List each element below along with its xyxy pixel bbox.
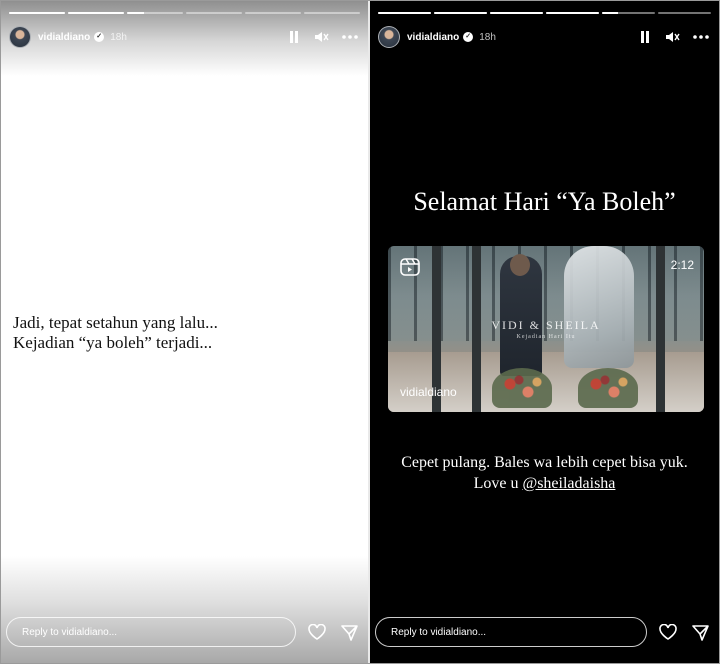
heart-icon[interactable] bbox=[308, 623, 326, 641]
story-panel-right[interactable]: vidialdiano ✓ 18h Selamat Hari “Ya Boleh… bbox=[370, 1, 719, 663]
reel-overlay-subtitle: Kejadian Hari Itu bbox=[516, 334, 576, 340]
send-icon[interactable] bbox=[340, 623, 358, 641]
story-header: vidialdiano ✓ 18h bbox=[9, 25, 358, 49]
avatar[interactable] bbox=[378, 26, 400, 48]
progress-segment bbox=[245, 12, 301, 14]
story-title: Selamat Hari “Ya Boleh” bbox=[413, 187, 676, 216]
more-icon[interactable] bbox=[342, 29, 358, 45]
progress-segment bbox=[304, 12, 360, 14]
reply-bar bbox=[375, 617, 709, 647]
story-text: Jadi, tepat setahun yang lalu... Kejadia… bbox=[13, 313, 218, 352]
verified-icon: ✓ bbox=[94, 32, 105, 42]
progress-segment bbox=[434, 12, 487, 14]
verified-icon: ✓ bbox=[463, 32, 474, 42]
progress-segment bbox=[490, 12, 543, 14]
username[interactable]: vidialdiano bbox=[407, 32, 459, 43]
avatar[interactable] bbox=[9, 26, 31, 48]
reply-bar bbox=[6, 617, 358, 647]
reply-input[interactable] bbox=[6, 617, 296, 647]
reel-overlay-title: VIDI & SHEILA bbox=[491, 318, 601, 332]
progress-segment bbox=[658, 12, 711, 14]
pause-icon[interactable] bbox=[637, 29, 653, 45]
caption-line: Cepet pulang. Bales wa lebih cepet bisa … bbox=[401, 454, 688, 471]
story-progress-bar bbox=[378, 12, 711, 15]
post-time: 18h bbox=[479, 31, 496, 43]
caption-line: Love u @sheiladaisha bbox=[370, 473, 719, 494]
reels-icon bbox=[400, 258, 420, 276]
reply-input[interactable] bbox=[375, 617, 647, 647]
send-icon[interactable] bbox=[691, 623, 709, 641]
more-icon[interactable] bbox=[693, 29, 709, 45]
progress-segment bbox=[546, 12, 599, 14]
story-progress-bar bbox=[9, 12, 360, 15]
progress-segment bbox=[9, 12, 65, 14]
reel-duration: 2:12 bbox=[670, 258, 694, 272]
post-time: 18h bbox=[110, 31, 127, 43]
progress-segment bbox=[127, 12, 183, 14]
mention-link[interactable]: @sheiladaisha bbox=[522, 475, 615, 492]
shared-reel-card[interactable]: VIDI & SHEILA Kejadian Hari Itu 2:12 vid… bbox=[388, 246, 704, 412]
mute-icon[interactable] bbox=[665, 29, 681, 45]
caption-prefix: Love u bbox=[473, 475, 523, 492]
progress-segment bbox=[378, 12, 431, 14]
progress-segment bbox=[68, 12, 124, 14]
story-header: vidialdiano ✓ 18h bbox=[378, 25, 709, 49]
username[interactable]: vidialdiano bbox=[38, 32, 90, 43]
story-caption: Cepet pulang. Bales wa lebih cepet bisa … bbox=[370, 452, 719, 494]
mute-icon[interactable] bbox=[314, 29, 330, 45]
heart-icon[interactable] bbox=[659, 623, 677, 641]
pause-icon[interactable] bbox=[286, 29, 302, 45]
reel-author[interactable]: vidialdiano bbox=[400, 385, 457, 399]
progress-segment bbox=[602, 12, 655, 14]
progress-segment bbox=[186, 12, 242, 14]
story-panel-left[interactable]: vidialdiano ✓ 18h Jadi, tepat setahun ya… bbox=[1, 1, 368, 663]
